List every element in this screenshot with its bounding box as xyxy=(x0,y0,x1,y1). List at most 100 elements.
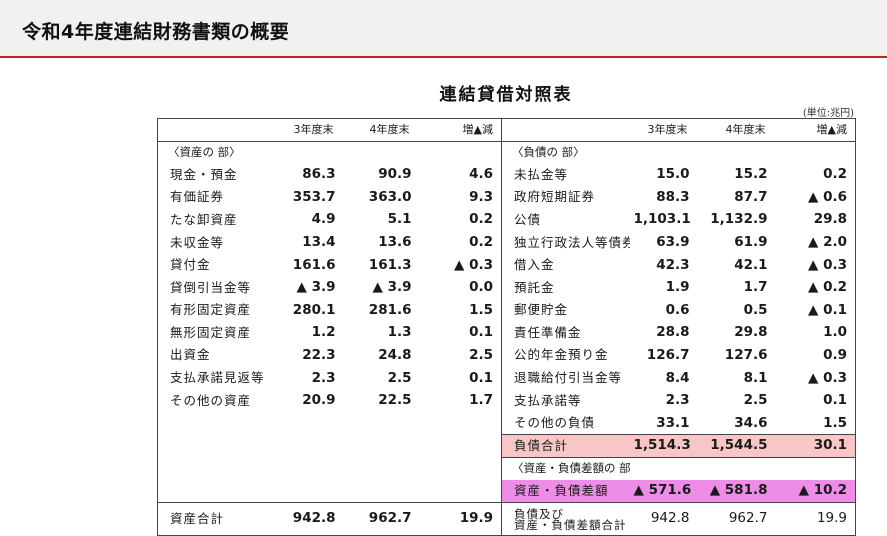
assets-section-label: 〈資産の 部〉 xyxy=(168,144,241,159)
liability-y4-value: 1,132.9 xyxy=(710,211,768,228)
assets-total-diff: 19.9 xyxy=(421,502,502,536)
liability-y3-value: 126.7 xyxy=(646,346,690,363)
assets-total-label: 資産合計 xyxy=(157,502,276,536)
asset-y4-value: 363.0 xyxy=(368,188,412,205)
col-header-y4: 4年度末 xyxy=(699,118,778,142)
liability-label: 公的年金預り金 xyxy=(514,347,609,363)
asset-diff-value: 0.0 xyxy=(421,276,502,300)
asset-y4-value: 24.8 xyxy=(378,346,412,363)
table-title: 連結貸借対照表 xyxy=(439,85,573,105)
asset-diff-value: ▲ 0.3 xyxy=(421,254,502,277)
table-row: 貸倒引当金等 ▲ 3.9 ▲ 3.9 0.0 預託金 1.9 1.7 ▲ 0.2 xyxy=(158,276,856,300)
table-row: その他の資産 20.9 22.5 1.7 支払承諾等 2.3 2.5 0.1 xyxy=(158,389,856,413)
table-row: 無形固定資産 1.2 1.3 0.1 責任準備金 28.8 29.8 1.0 xyxy=(158,321,856,345)
liability-y4-value: 87.7 xyxy=(734,188,768,205)
liabilities-section-label: 〈負債の 部〉 xyxy=(512,144,585,159)
asset-y3-value: 22.3 xyxy=(302,346,336,363)
net-assets-y3: ▲ 571.6 xyxy=(629,480,700,503)
liability-label: 預託金 xyxy=(514,279,555,295)
asset-y3-value: 13.4 xyxy=(302,234,336,251)
grand-total-y3: 942.8 xyxy=(629,502,700,536)
grand-total-y4: 962.7 xyxy=(699,502,778,536)
liabilities-total-y3: 1,514.3 xyxy=(629,434,700,458)
asset-y3-value: 161.6 xyxy=(292,256,336,273)
asset-y4-value: 281.6 xyxy=(368,301,412,318)
net-assets-row: 資産・負債差額 ▲ 571.6 ▲ 581.8 ▲ 10.2 xyxy=(158,480,856,503)
liability-y4-value: 61.9 xyxy=(734,234,768,251)
table-row: 有形固定資産 280.1 281.6 1.5 郵便貯金 0.6 0.5 ▲ 0.1 xyxy=(158,299,856,322)
liability-y3-value: 15.0 xyxy=(656,166,690,183)
liability-y4-value: 1.7 xyxy=(743,279,768,296)
table-row: その他の負債 33.1 34.6 1.5 xyxy=(158,412,856,435)
assets-total-y3: 942.8 xyxy=(275,502,346,536)
asset-diff-value: 9.3 xyxy=(421,186,502,209)
column-header-row: 3年度末 4年度末 増▲減 3年度末 4年度末 増▲減 xyxy=(157,118,856,142)
asset-label: 貸付金 xyxy=(170,257,211,273)
liability-y3-value: 88.3 xyxy=(656,188,690,205)
liability-diff-value: ▲ 2.0 xyxy=(808,234,847,251)
liability-y3-value: 0.6 xyxy=(665,301,690,318)
asset-y3-value: 1.2 xyxy=(311,324,336,341)
liability-y4-value: 34.6 xyxy=(734,414,768,431)
asset-y4-value: 90.9 xyxy=(378,166,412,183)
asset-diff-value: 0.2 xyxy=(421,208,502,232)
asset-label: 無形固定資産 xyxy=(170,324,252,340)
asset-diff-value: 0.2 xyxy=(421,231,502,255)
asset-y3-value: ▲ 3.9 xyxy=(296,279,336,296)
liability-diff-value: ▲ 0.2 xyxy=(808,279,847,296)
liability-y3-value: 63.9 xyxy=(656,234,690,251)
asset-diff-value: 0.1 xyxy=(421,367,502,390)
liability-diff-value: 1.5 xyxy=(823,414,847,431)
asset-diff-value: 4.6 xyxy=(421,163,502,187)
asset-label: 有形固定資産 xyxy=(170,302,252,318)
col-header-y4: 4年度末 xyxy=(345,118,422,142)
liability-label: 退職給付引当金等 xyxy=(514,370,623,386)
net-assets-label: 資産・負債差額 xyxy=(501,480,630,503)
unit-label: (単位:兆円) xyxy=(802,108,854,119)
asset-label: 支払承諾見返等 xyxy=(170,370,265,386)
asset-diff-value: 1.5 xyxy=(421,299,502,322)
table-row: 未収金等 13.4 13.6 0.2 独立行政法人等債券 63.9 61.9 ▲ 2.0 xyxy=(158,231,856,255)
liability-y4-value: 42.1 xyxy=(734,256,768,273)
asset-y3-value: 86.3 xyxy=(302,166,336,183)
asset-y4-value: 161.3 xyxy=(368,256,412,273)
liability-y3-value: 28.8 xyxy=(656,324,690,341)
asset-label: 貸倒引当金等 xyxy=(170,279,252,295)
col-header-y3: 3年度末 xyxy=(629,118,700,142)
liability-diff-value: ▲ 0.1 xyxy=(808,301,847,318)
net-assets-y4: ▲ 581.8 xyxy=(699,480,778,503)
asset-y3-value: 353.7 xyxy=(292,188,336,205)
asset-y4-value: 2.5 xyxy=(387,369,412,386)
liabilities-total-label: 負債合計 xyxy=(501,434,630,458)
liability-y4-value: 2.5 xyxy=(743,392,768,409)
asset-y4-value: 13.6 xyxy=(378,234,412,251)
liability-y3-value: 2.3 xyxy=(665,392,690,409)
liability-diff-value: 29.8 xyxy=(813,211,847,228)
asset-y4-value: 1.3 xyxy=(387,324,412,341)
liability-y4-value: 127.6 xyxy=(724,346,768,363)
asset-label: 現金・預金 xyxy=(170,166,238,182)
page-header: 令和4年度連結財務書類の概要 xyxy=(0,0,887,58)
asset-label: 有価証券 xyxy=(170,189,225,205)
asset-label: その他の資産 xyxy=(170,392,252,408)
liability-label: 支払承諾等 xyxy=(514,392,582,408)
table-row: 現金・預金 86.3 90.9 4.6 未払金等 15.0 15.2 0.2 xyxy=(158,163,856,187)
liabilities-total-y4: 1,544.5 xyxy=(699,434,778,458)
liability-diff-value: 1.0 xyxy=(823,324,847,341)
liability-diff-value: 0.2 xyxy=(823,166,847,183)
asset-diff-value: 2.5 xyxy=(421,344,502,368)
asset-y3-value: 2.3 xyxy=(311,369,336,386)
net-assets-diff: ▲ 10.2 xyxy=(777,480,856,503)
liability-diff-value: 0.9 xyxy=(823,346,847,363)
liability-label: 責任準備金 xyxy=(514,324,582,340)
liability-y4-value: 29.8 xyxy=(734,324,768,341)
assets-total-y4: 962.7 xyxy=(345,502,422,536)
liability-diff-value: ▲ 0.3 xyxy=(808,256,847,273)
liability-diff-value: 0.1 xyxy=(823,392,847,409)
asset-y3-value: 280.1 xyxy=(292,301,336,318)
liability-y3-value: 1,103.1 xyxy=(633,211,691,228)
grand-total-label: 負債及び 資産・負債差額合計 xyxy=(501,502,630,536)
liability-diff-value: ▲ 0.3 xyxy=(808,369,847,386)
section-row: 〈資産の 部〉 〈負債の 部〉 xyxy=(158,141,856,164)
liability-y3-value: 33.1 xyxy=(656,414,690,431)
